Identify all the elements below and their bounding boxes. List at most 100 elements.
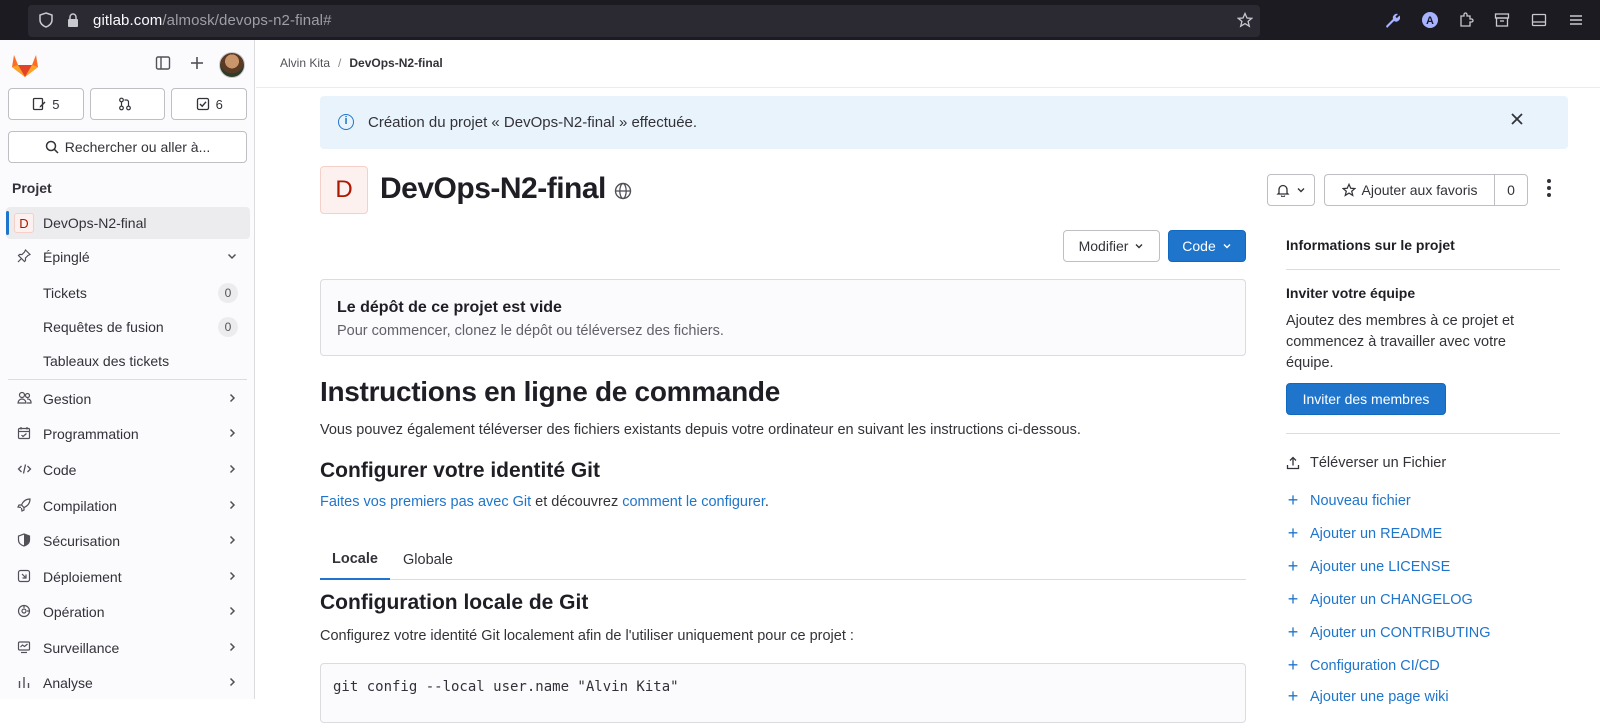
- sidebar-item-code[interactable]: Code: [6, 454, 250, 486]
- code-dropdown[interactable]: Code: [1168, 230, 1246, 262]
- sidebar-item-deploiement[interactable]: Déploiement: [6, 561, 250, 593]
- new-item-icon[interactable]: [186, 55, 208, 77]
- sidebar-item-label: Épinglé: [43, 249, 90, 265]
- add-wiki-link[interactable]: + Ajouter une page wiki: [1286, 686, 1449, 707]
- more-actions-icon[interactable]: [1546, 178, 1552, 202]
- sidebar-item-label: Opération: [43, 604, 105, 620]
- issues-counter[interactable]: 5: [8, 88, 84, 120]
- getting-started-link[interactable]: Faites vos premiers pas avec Git: [320, 494, 531, 510]
- plus-icon: +: [1287, 622, 1299, 642]
- url-text[interactable]: gitlab.com/almosk/devops-n2-final#: [93, 12, 332, 29]
- config-tabs: Locale Globale: [320, 540, 1246, 580]
- gitlab-logo-icon[interactable]: [11, 52, 39, 78]
- sidebar-item-programmation[interactable]: Programmation: [6, 418, 250, 450]
- sidebar-item-gestion[interactable]: Gestion: [6, 383, 250, 415]
- upload-file-link[interactable]: Téléverser un Fichier: [1286, 455, 1446, 471]
- plus-icon: +: [1287, 490, 1299, 510]
- local-config-title: Configuration locale de Git: [320, 591, 589, 614]
- new-file-link[interactable]: + Nouveau fichier: [1286, 490, 1411, 511]
- sidebar-item-label: Déploiement: [43, 569, 122, 585]
- text-fragment: et découvrez: [531, 494, 623, 510]
- sidebar-item-project[interactable]: D DevOps-N2-final: [6, 207, 250, 239]
- star-icon: [1341, 183, 1356, 197]
- sidebar-item-merge-requests[interactable]: Requêtes de fusion 0: [6, 312, 250, 342]
- breadcrumb-separator: /: [338, 56, 342, 70]
- chevron-right-icon: [226, 640, 238, 656]
- container-icon[interactable]: [1494, 12, 1510, 32]
- modify-label: Modifier: [1078, 238, 1129, 254]
- sidebar-divider: [8, 379, 247, 380]
- lock-icon[interactable]: [66, 12, 80, 32]
- plus-icon: +: [1287, 686, 1299, 706]
- action-label: Configuration CI/CD: [1310, 657, 1440, 674]
- sidebar-item-issue-boards[interactable]: Tableaux des tickets: [6, 346, 250, 376]
- invite-members-label: Inviter des membres: [1302, 391, 1430, 407]
- sidebar-toggle-icon[interactable]: [1531, 12, 1547, 32]
- invite-members-button[interactable]: Inviter des membres: [1286, 383, 1446, 415]
- sidebar-item-label: Surveillance: [43, 640, 120, 656]
- merge-requests-counter[interactable]: [89, 88, 166, 120]
- sidebar-collapse-icon[interactable]: [152, 55, 174, 77]
- close-icon[interactable]: [1510, 110, 1524, 131]
- star-button[interactable]: Ajouter aux favoris: [1324, 174, 1494, 206]
- bookmark-star-icon[interactable]: [1236, 11, 1254, 32]
- plus-icon: +: [1287, 655, 1299, 675]
- chevron-right-icon: [226, 533, 238, 549]
- add-changelog-link[interactable]: + Ajouter un CHANGELOG: [1286, 589, 1473, 610]
- wrench-icon[interactable]: [1384, 12, 1401, 32]
- tab-globale[interactable]: Globale: [390, 540, 466, 580]
- extensions-icon[interactable]: [1458, 12, 1474, 32]
- git-identity-text: Faites vos premiers pas avec Git et déco…: [320, 494, 769, 510]
- account-icon[interactable]: A: [1421, 11, 1439, 33]
- tab-locale[interactable]: Locale: [320, 540, 390, 580]
- breadcrumb-current[interactable]: DevOps-N2-final: [349, 56, 442, 70]
- sidebar-item-compilation[interactable]: Compilation: [6, 490, 250, 522]
- sidebar-item-label: Gestion: [43, 391, 92, 407]
- chevron-down-icon: [1135, 244, 1143, 249]
- menu-icon[interactable]: [1568, 12, 1584, 32]
- shield-icon[interactable]: [39, 12, 53, 32]
- todos-count: 6: [215, 96, 223, 112]
- success-alert: i Création du projet « DevOps-N2-final »…: [320, 96, 1568, 149]
- action-label: Ajouter un CHANGELOG: [1310, 591, 1473, 608]
- section-title: Projet: [12, 180, 52, 196]
- calendar-icon: [14, 426, 34, 443]
- sidebar-item-tickets[interactable]: Tickets 0: [6, 278, 250, 308]
- sidebar-item-securisation[interactable]: Sécurisation: [6, 525, 250, 557]
- users-icon: [14, 391, 34, 408]
- breadcrumb: Alvin Kita / DevOps-N2-final: [280, 56, 443, 70]
- sidebar-item-surveillance[interactable]: Surveillance: [6, 632, 250, 664]
- header-divider: [256, 87, 1600, 88]
- search-button[interactable]: Rechercher ou aller à...: [8, 131, 247, 163]
- chevron-right-icon: [226, 675, 238, 691]
- project-info-title: Informations sur le projet: [1286, 237, 1455, 253]
- sidebar-item-analyse[interactable]: Analyse: [6, 667, 250, 699]
- modify-dropdown[interactable]: Modifier: [1063, 230, 1160, 262]
- breadcrumb-parent[interactable]: Alvin Kita: [280, 56, 330, 70]
- todos-counter[interactable]: 6: [171, 88, 248, 120]
- notification-dropdown[interactable]: [1267, 174, 1315, 206]
- code-block[interactable]: git config --local user.name "Alvin Kita…: [320, 663, 1246, 723]
- chevron-right-icon: [226, 604, 238, 620]
- add-contributing-link[interactable]: + Ajouter un CONTRIBUTING: [1286, 622, 1491, 643]
- sidebar-item-pinned[interactable]: Épinglé: [6, 241, 250, 273]
- text-fragment: .: [764, 494, 769, 510]
- star-count[interactable]: 0: [1494, 174, 1528, 206]
- cicd-config-link[interactable]: + Configuration CI/CD: [1286, 655, 1440, 676]
- action-label: Ajouter une LICENSE: [1310, 558, 1451, 575]
- chevron-right-icon: [226, 391, 238, 407]
- plus-icon: +: [1287, 523, 1299, 543]
- action-label: Nouveau fichier: [1310, 492, 1411, 509]
- chart-icon: [14, 675, 34, 692]
- action-label: Ajouter une page wiki: [1310, 688, 1449, 705]
- instructions-intro: Vous pouvez également téléverser des fic…: [320, 422, 1081, 438]
- action-label: Ajouter un README: [1310, 525, 1443, 542]
- user-avatar[interactable]: [219, 52, 245, 78]
- sidebar-item-label: Requêtes de fusion: [43, 319, 164, 335]
- add-license-link[interactable]: + Ajouter une LICENSE: [1286, 556, 1451, 577]
- sidebar-item-label: Tableaux des tickets: [43, 353, 170, 369]
- empty-repo-notice: Le dépôt de ce projet est vide Pour comm…: [320, 279, 1246, 356]
- configure-link[interactable]: comment le configurer: [622, 494, 765, 510]
- add-readme-link[interactable]: + Ajouter un README: [1286, 523, 1442, 544]
- sidebar-item-operation[interactable]: Opération: [6, 596, 250, 628]
